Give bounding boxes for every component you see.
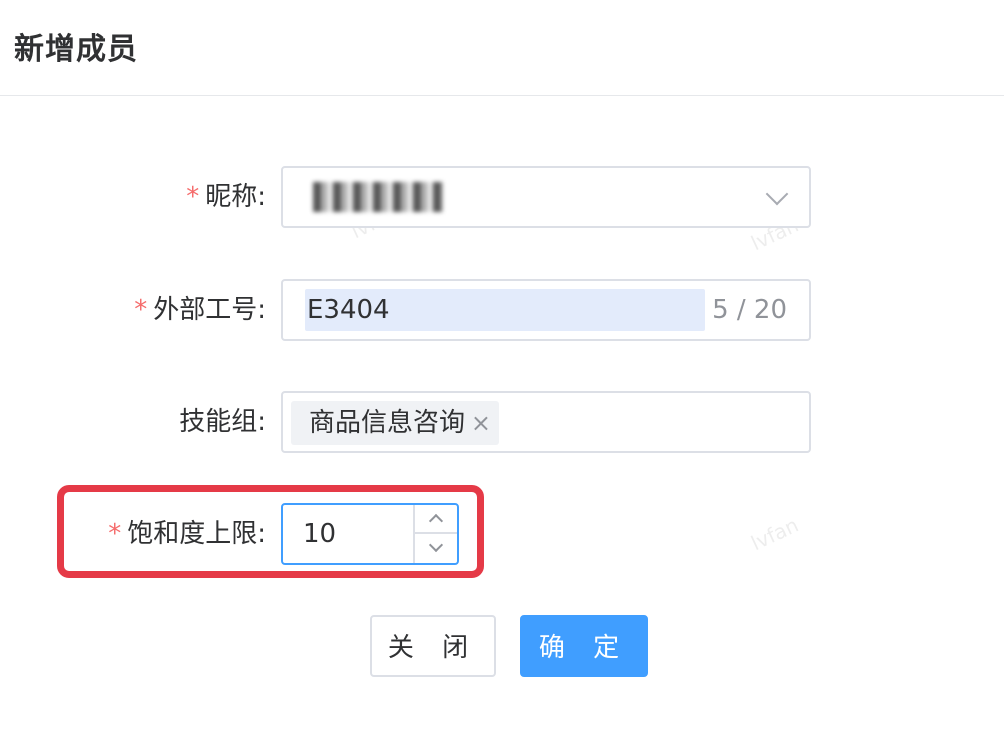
masked-nickname-value (313, 182, 443, 212)
nickname-label: * 昵称: (186, 182, 266, 212)
external-id-label: * 外部工号: (134, 295, 266, 325)
chevron-up-icon (428, 513, 444, 529)
saturation-stepper[interactable]: 10 (281, 503, 459, 565)
skill-group-label: 技能组: (179, 407, 266, 437)
nickname-select[interactable] (281, 166, 811, 228)
chevron-down-icon (428, 537, 444, 553)
required-mark: * (186, 182, 200, 212)
chevron-down-icon (765, 182, 789, 206)
stepper-controls (413, 505, 457, 563)
watermark: lvfan (747, 512, 803, 556)
saturation-value[interactable]: 10 (303, 505, 336, 563)
increment-button[interactable] (415, 505, 457, 534)
required-mark: * (134, 295, 148, 325)
dialog-header: 新增成员 (0, 0, 1004, 96)
close-button[interactable]: 关 闭 (370, 615, 496, 677)
required-mark: * (108, 519, 122, 549)
skill-tag-label: 商品信息咨询 (309, 408, 466, 438)
close-icon[interactable]: × (471, 401, 491, 445)
saturation-label: * 饱和度上限: (108, 519, 266, 549)
char-counter: 5 / 20 (712, 295, 787, 325)
decrement-button[interactable] (415, 534, 457, 563)
external-id-value[interactable]: E3404 (305, 289, 705, 331)
skill-group-select[interactable]: 商品信息咨询 × (281, 391, 811, 453)
skill-tag: 商品信息咨询 × (291, 401, 500, 445)
confirm-button[interactable]: 确 定 (520, 615, 648, 677)
dialog-title: 新增成员 (14, 32, 138, 67)
external-id-input[interactable]: E3404 5 / 20 (281, 279, 811, 341)
